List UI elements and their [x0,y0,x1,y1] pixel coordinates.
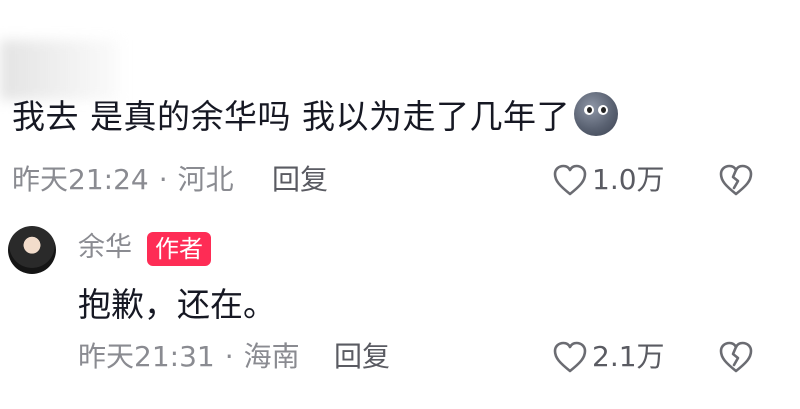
reply-like-count: 2.1万 [592,340,665,373]
author-badge: 作者 [147,232,211,266]
reply-reply-button[interactable]: 回复 [334,337,390,377]
reply-time: 昨天21:31 [78,340,215,373]
broken-heart-icon [719,164,753,196]
comment-text: 我去 是真的余华吗 我以为走了几年了 [12,92,618,142]
reply-like-button[interactable]: 2.1万 [552,337,665,377]
comment-reply-button[interactable]: 回复 [272,160,328,200]
reply-dislike-button[interactable] [718,340,754,374]
reply-location: 海南 [243,340,300,373]
reply-meta: 昨天21:31 · 海南 [78,337,300,377]
blurred-previous-content [0,40,120,100]
meta-separator: · [224,340,234,373]
author-avatar[interactable] [8,226,56,274]
moon-face-emoji-icon [573,92,618,136]
heart-outline-icon [553,164,587,196]
comment-like-button[interactable]: 1.0万 [552,160,665,200]
heart-outline-icon [553,341,587,373]
comment-time: 昨天21:24 [12,163,149,196]
comment-like-count: 1.0万 [592,163,665,196]
comment-meta: 昨天21:24 · 河北 [12,160,234,200]
comment-dislike-button[interactable] [718,163,754,197]
reply-text: 抱歉，还在。 [78,285,276,324]
broken-heart-icon [719,341,753,373]
reply-author-name[interactable]: 余华 [78,228,132,268]
comment-location: 河北 [177,163,234,196]
comment-text-content: 我去 是真的余华吗 我以为走了几年了 [12,97,570,136]
meta-separator: · [158,163,168,196]
